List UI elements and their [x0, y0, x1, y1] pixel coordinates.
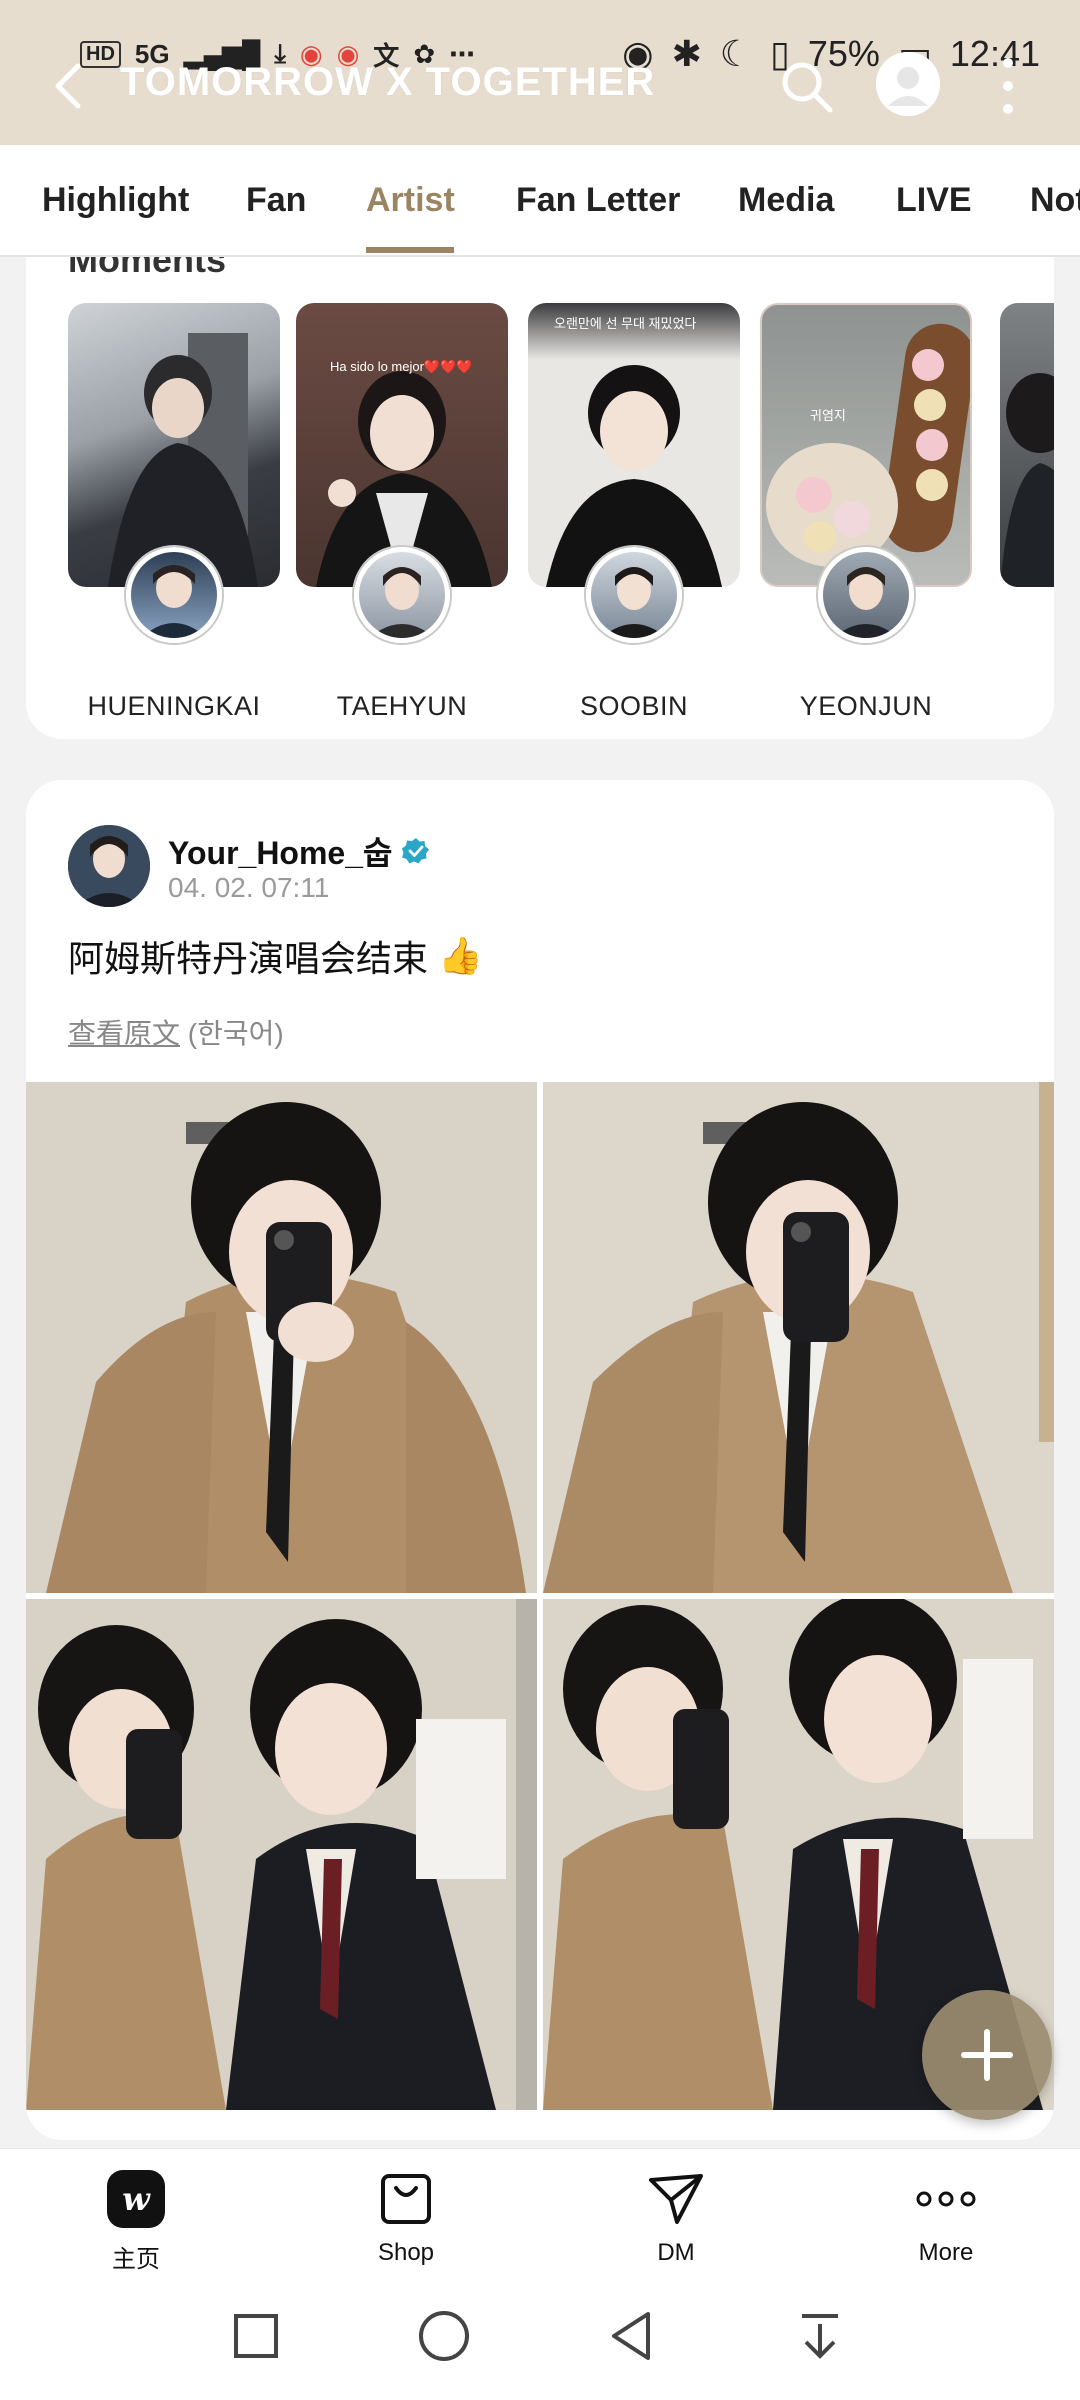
post-text: 阿姆斯特丹演唱会结束	[68, 938, 429, 979]
moments-section: Moments HUENINGKAI Ha sido lo mejor❤️❤️❤…	[26, 257, 1054, 739]
weverse-home-icon: w	[107, 2170, 165, 2228]
compose-plus-button[interactable]	[922, 1990, 1052, 2120]
nav-home-label: 主页	[112, 2246, 160, 2273]
moment-thumbnail[interactable]	[1000, 303, 1054, 587]
tab-live[interactable]: LIVE	[896, 181, 972, 220]
more-dots-icon	[916, 2191, 976, 2207]
tab-notice[interactable]: Not	[1030, 181, 1080, 220]
moment-item[interactable]: 오랜만에 선 무대 재밌었다 SOOBIN	[528, 303, 740, 721]
photo-grid	[26, 1082, 1054, 2112]
tab-bar: Highlight Fan Artist Fan Letter Media LI…	[0, 145, 1080, 257]
app-header: HD 5G ▂▄▆█ ⤓ ◉ ◉ 文 ✿ ⋯ ◉ ✱ ☾ ▯ 75% ▭ 12:…	[0, 0, 1080, 145]
nav-more[interactable]: More	[866, 2167, 1026, 2267]
bottom-navigation: w 主页 Shop DM More	[0, 2148, 1080, 2276]
profile-avatar-icon[interactable]	[876, 52, 940, 116]
artist-avatar[interactable]	[818, 547, 914, 643]
artist-avatar[interactable]	[586, 547, 682, 643]
post-timestamp: 04. 02. 07:11	[168, 872, 330, 903]
artist-avatar[interactable]	[354, 547, 450, 643]
view-original-link[interactable]: 查看原文	[68, 1018, 180, 1049]
back-triangle-icon[interactable]	[600, 2304, 664, 2368]
original-language-label: (한국어)	[187, 1018, 284, 1049]
moments-title: Moments	[68, 257, 227, 280]
community-title: TOMORROW X TOGETHER	[120, 60, 656, 104]
moment-thumbnail[interactable]: 귀염지	[760, 303, 972, 587]
artist-avatar[interactable]	[126, 547, 222, 643]
recents-square-icon[interactable]	[224, 2304, 288, 2368]
nav-shop-label: Shop	[377, 2239, 435, 2266]
nav-more-label: More	[918, 2239, 974, 2266]
moment-item[interactable]: B	[1000, 303, 1054, 587]
shop-bag-icon	[381, 2174, 431, 2224]
tab-fan[interactable]: Fan	[246, 181, 306, 220]
translation-row: 查看原文 (한국어)	[68, 1012, 284, 1052]
plus-icon	[961, 2029, 1013, 2081]
more-vertical-icon[interactable]	[996, 58, 1020, 114]
tab-artist[interactable]: Artist	[366, 181, 455, 220]
moment-overlay-text: 오랜만에 선 무대 재밌었다	[554, 316, 697, 331]
moon-icon: ☾	[719, 33, 753, 74]
search-icon[interactable]	[778, 58, 834, 114]
moment-item[interactable]: Ha sido lo mejor❤️❤️❤️ TAEHYUN	[296, 303, 508, 721]
post-author[interactable]: Your_Home_숩	[168, 828, 430, 874]
nav-home[interactable]: w 主页	[56, 2167, 216, 2274]
home-circle-icon[interactable]	[412, 2304, 476, 2368]
post-card[interactable]: Your_Home_숩 04. 02. 07:11 阿姆斯特丹演唱会结束 👍 查…	[26, 780, 1054, 2140]
moment-overlay-text: Ha sido lo mejor❤️❤️❤️	[330, 359, 473, 374]
post-photo[interactable]	[543, 1082, 1054, 1593]
active-tab-indicator	[366, 247, 454, 253]
moment-overlay-text: 귀염지	[810, 408, 846, 423]
moment-item[interactable]: HUENINGKAI	[68, 303, 280, 721]
nav-dm[interactable]: DM	[596, 2167, 756, 2267]
artist-name: TAEHYUN	[336, 691, 468, 721]
nav-shop[interactable]: Shop	[326, 2167, 486, 2267]
svg-text:w: w	[122, 2180, 151, 2218]
back-arrow-icon[interactable]	[48, 60, 92, 112]
clock: 12:41	[949, 33, 1040, 74]
post-body: 阿姆斯特丹演唱会结束 👍	[68, 930, 483, 982]
tab-media[interactable]: Media	[738, 181, 834, 220]
post-username[interactable]: Your_Home_숩	[168, 828, 392, 874]
system-navigation-bar	[0, 2276, 1080, 2400]
tab-fan-letter[interactable]: Fan Letter	[516, 181, 680, 220]
artist-name: YEONJUN	[799, 691, 933, 721]
post-photo[interactable]	[26, 1599, 537, 2110]
artist-name: HUENINGKAI	[87, 691, 261, 721]
dm-paper-plane-icon	[649, 2174, 703, 2224]
tab-highlight[interactable]: Highlight	[42, 181, 189, 220]
bluetooth-icon: ✱	[671, 33, 702, 74]
post-author-avatar[interactable]	[68, 825, 150, 907]
thumbs-up-emoji: 👍	[438, 935, 483, 976]
moment-thumbnail[interactable]	[68, 303, 280, 587]
post-photo[interactable]	[26, 1082, 537, 1593]
moment-item[interactable]: 귀염지 YEONJUN	[760, 303, 972, 721]
notification-pulldown-icon[interactable]	[788, 2304, 852, 2368]
artist-name: SOOBIN	[579, 691, 689, 721]
verified-badge-icon	[402, 838, 430, 864]
nav-dm-label: DM	[657, 2239, 695, 2266]
moment-thumbnail[interactable]: Ha sido lo mejor❤️❤️❤️	[296, 303, 508, 587]
moment-thumbnail[interactable]: 오랜만에 선 무대 재밌었다	[528, 303, 740, 587]
